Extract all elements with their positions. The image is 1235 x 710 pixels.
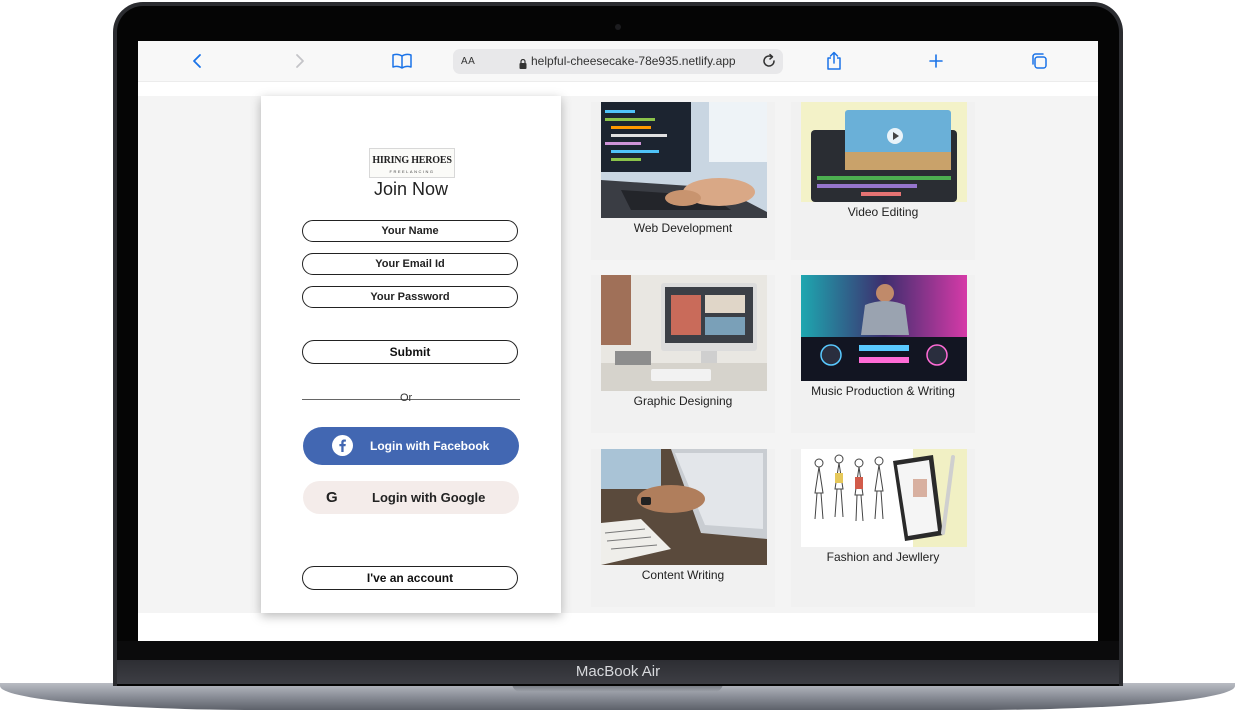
facebook-icon — [332, 435, 353, 456]
music-production-image — [801, 275, 967, 381]
category-label: Video Editing — [847, 205, 919, 219]
address-bar[interactable]: AA helpful-cheesecake-78e935.netlify.app — [453, 49, 783, 74]
google-login-label: Login with Google — [372, 490, 486, 505]
category-label: Web Development — [633, 221, 733, 235]
category-card-web-development[interactable]: Web Development — [591, 102, 775, 260]
bookmarks-icon[interactable] — [390, 49, 414, 73]
existing-account-button[interactable]: I've an account — [302, 566, 518, 590]
reload-icon[interactable] — [761, 53, 777, 74]
category-card-graphic-designing[interactable]: Graphic Designing — [591, 275, 775, 433]
email-input[interactable] — [302, 253, 518, 275]
divider-label: Or — [400, 392, 413, 404]
category-card-music-production[interactable]: Music Production & Writing — [791, 275, 975, 433]
logo-title: HIRING HEROES — [372, 155, 452, 166]
web-development-image — [601, 102, 767, 218]
password-input[interactable] — [302, 286, 518, 308]
tabs-icon[interactable] — [1027, 49, 1051, 73]
category-label: Fashion and Jewllery — [826, 550, 940, 564]
screen: AA helpful-cheesecake-78e935.netlify.app… — [138, 41, 1098, 641]
category-label: Music Production & Writing — [811, 384, 955, 398]
form-heading: Join Now — [373, 179, 449, 199]
google-login-button[interactable]: G Login with Google — [303, 481, 519, 514]
brand-logo: HIRING HEROES FREELANCING — [369, 148, 455, 178]
camera-dot — [615, 24, 621, 30]
category-card-fashion[interactable]: Fashion and Jewllery — [791, 449, 975, 607]
logo-subtitle: FREELANCING — [389, 169, 435, 174]
facebook-login-button[interactable]: Login with Facebook — [303, 427, 519, 465]
model-label: MacBook Air — [575, 663, 661, 680]
category-label: Graphic Designing — [633, 394, 733, 408]
fashion-image — [801, 449, 967, 547]
back-icon[interactable] — [185, 49, 209, 73]
reader-aa-button[interactable]: AA — [461, 56, 475, 67]
graphic-designing-image — [601, 275, 767, 391]
category-card-video-editing[interactable]: Video Editing — [791, 102, 975, 260]
browser-toolbar: AA helpful-cheesecake-78e935.netlify.app — [138, 41, 1098, 82]
submit-button[interactable]: Submit — [302, 340, 518, 364]
url-text: helpful-cheesecake-78e935.netlify.app — [531, 54, 736, 68]
video-editing-image — [801, 102, 967, 202]
google-icon: G — [326, 489, 338, 506]
name-input[interactable] — [302, 220, 518, 242]
category-label: Content Writing — [641, 568, 725, 582]
new-tab-icon[interactable] — [924, 49, 948, 73]
lock-icon — [519, 56, 527, 74]
category-card-content-writing[interactable]: Content Writing — [591, 449, 775, 607]
content-writing-image — [601, 449, 767, 565]
share-icon[interactable] — [822, 49, 846, 73]
forward-icon[interactable] — [288, 49, 312, 73]
facebook-login-label: Login with Facebook — [370, 439, 490, 453]
